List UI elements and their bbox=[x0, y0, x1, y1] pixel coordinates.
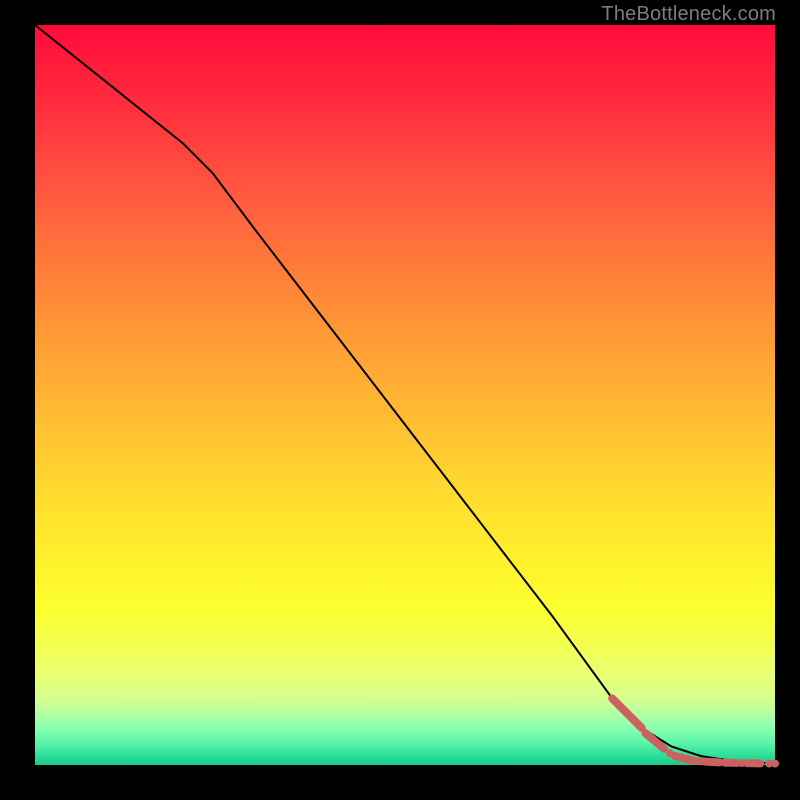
plot-area bbox=[35, 25, 775, 765]
markers-group bbox=[612, 698, 779, 767]
marker-segment bbox=[675, 756, 694, 760]
main-curve bbox=[35, 25, 775, 764]
marker-dot bbox=[771, 760, 779, 768]
marker-segment bbox=[705, 762, 720, 763]
attribution-text: TheBottleneck.com bbox=[601, 3, 776, 26]
chart-stage: TheBottleneck.com bbox=[0, 0, 800, 800]
marker-segment bbox=[612, 698, 642, 728]
chart-svg bbox=[35, 25, 775, 765]
